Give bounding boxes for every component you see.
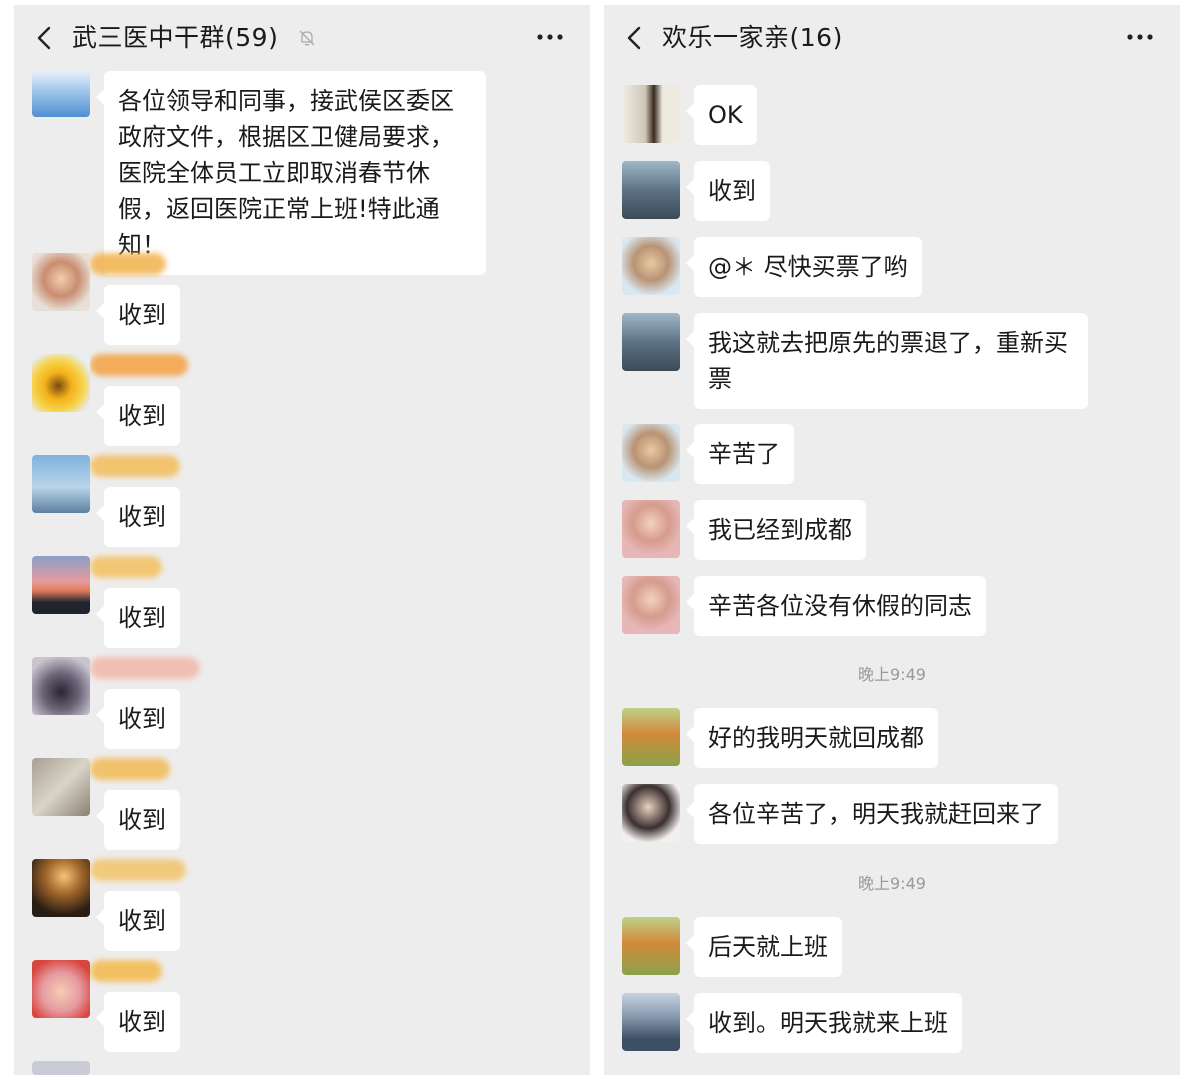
avatar[interactable] bbox=[622, 784, 680, 842]
avatar[interactable] bbox=[622, 237, 680, 295]
message-text: 收到 bbox=[118, 301, 166, 329]
chat-title: 欢乐一家亲(16) bbox=[662, 21, 843, 55]
message-text: 后天就上班 bbox=[708, 933, 828, 961]
message-bubble[interactable]: 后天就上班 bbox=[686, 917, 842, 977]
avatar[interactable] bbox=[622, 993, 680, 1051]
message-text: 我这就去把原先的票退了，重新买票 bbox=[708, 329, 1068, 393]
message-bubble[interactable]: 收到。明天我就来上班 bbox=[686, 993, 962, 1053]
sender-name bbox=[90, 354, 188, 376]
chat-title: 武三医中干群(59) bbox=[72, 21, 317, 55]
message-bubble[interactable]: 好的我明天就回成都 bbox=[686, 708, 938, 768]
message-bubble[interactable]: 收到 bbox=[96, 588, 180, 648]
message-text: 收到 bbox=[118, 604, 166, 632]
message-text: 收到。明天我就来上班 bbox=[708, 1009, 948, 1037]
avatar[interactable] bbox=[32, 1061, 90, 1075]
right-chat-panel: 欢乐一家亲(16) OK 收到 @＊ 尽快买票了哟 我这就去把原先的票退了，重新… bbox=[604, 5, 1180, 1075]
message-bubble[interactable]: 我已经到成都 bbox=[686, 500, 866, 560]
message-text: 我已经到成都 bbox=[708, 516, 852, 544]
message-text: 收到 bbox=[118, 1008, 166, 1036]
message-text: 各位领导和同事，接武侯区委区政府文件，根据区卫健局要求，医院全体员工立即取消春节… bbox=[118, 87, 454, 259]
message-text: 好的我明天就回成都 bbox=[708, 724, 924, 752]
avatar[interactable] bbox=[32, 71, 90, 117]
left-chat-panel: 武三医中干群(59) 各位领导和同事，接武侯区委区政府文件，根据区卫健局要求，医… bbox=[14, 5, 590, 1075]
avatar[interactable] bbox=[32, 960, 90, 1018]
message-bubble[interactable]: 收到 bbox=[96, 285, 180, 345]
sender-name bbox=[90, 657, 200, 679]
message-text: 收到 bbox=[118, 907, 166, 935]
message-bubble[interactable]: 各位领导和同事，接武侯区委区政府文件，根据区卫健局要求，医院全体员工立即取消春节… bbox=[96, 71, 486, 275]
message-bubble[interactable]: 收到 bbox=[96, 487, 180, 547]
message-text: 收到 bbox=[118, 705, 166, 733]
sender-name bbox=[90, 455, 180, 477]
sender-name bbox=[90, 859, 186, 881]
message-bubble[interactable]: 收到 bbox=[96, 689, 180, 749]
sender-name bbox=[90, 758, 170, 780]
avatar[interactable] bbox=[32, 758, 90, 816]
avatar[interactable] bbox=[622, 917, 680, 975]
avatar[interactable] bbox=[32, 556, 90, 614]
message-text: OK bbox=[708, 101, 743, 129]
timestamp: 晚上9:49 bbox=[858, 874, 926, 893]
chat-header: 武三医中干群(59) bbox=[14, 5, 590, 71]
message-bubble[interactable]: OK bbox=[686, 85, 757, 145]
message-bubble[interactable]: 辛苦了 bbox=[686, 424, 794, 484]
message-text: 辛苦各位没有休假的同志 bbox=[708, 592, 972, 620]
message-text: 收到 bbox=[118, 402, 166, 430]
avatar[interactable] bbox=[622, 85, 680, 143]
message-bubble[interactable]: 各位辛苦了，明天我就赶回来了 bbox=[686, 784, 1058, 844]
message-bubble[interactable]: 收到 bbox=[96, 386, 180, 446]
avatar[interactable] bbox=[32, 657, 90, 715]
avatar[interactable] bbox=[32, 253, 90, 311]
chat-header: 欢乐一家亲(16) bbox=[604, 5, 1180, 71]
message-text: 各位辛苦了，明天我就赶回来了 bbox=[708, 800, 1044, 828]
message-text: 辛苦了 bbox=[708, 440, 780, 468]
avatar[interactable] bbox=[622, 313, 680, 371]
message-bubble[interactable]: 收到 bbox=[96, 992, 180, 1052]
message-bubble[interactable]: 收到 bbox=[686, 161, 770, 221]
chat-title-text: 欢乐一家亲(16) bbox=[662, 23, 843, 52]
chat-title-text: 武三医中干群(59) bbox=[72, 23, 279, 52]
avatar[interactable] bbox=[622, 500, 680, 558]
message-text: 收到 bbox=[708, 177, 756, 205]
more-dots-icon[interactable] bbox=[536, 27, 564, 47]
sender-name bbox=[90, 253, 166, 275]
message-bubble[interactable]: 收到 bbox=[96, 891, 180, 951]
message-text: @＊ 尽快买票了哟 bbox=[708, 253, 908, 281]
avatar[interactable] bbox=[622, 708, 680, 766]
back-icon[interactable] bbox=[622, 25, 648, 51]
sender-name bbox=[90, 960, 162, 982]
sender-name bbox=[90, 556, 162, 578]
avatar[interactable] bbox=[622, 576, 680, 634]
bell-off-icon bbox=[299, 30, 315, 46]
avatar[interactable] bbox=[622, 161, 680, 219]
message-bubble[interactable]: @＊ 尽快买票了哟 bbox=[686, 237, 922, 297]
avatar[interactable] bbox=[32, 859, 90, 917]
avatar[interactable] bbox=[32, 354, 90, 412]
message-text: 收到 bbox=[118, 503, 166, 531]
back-icon[interactable] bbox=[32, 25, 58, 51]
more-dots-icon[interactable] bbox=[1126, 27, 1154, 47]
message-bubble[interactable]: 收到 bbox=[96, 790, 180, 850]
timestamp: 晚上9:49 bbox=[858, 665, 926, 684]
message-text: 收到 bbox=[118, 806, 166, 834]
message-bubble[interactable]: 辛苦各位没有休假的同志 bbox=[686, 576, 986, 636]
avatar[interactable] bbox=[622, 424, 680, 482]
avatar[interactable] bbox=[32, 455, 90, 513]
message-bubble[interactable]: 我这就去把原先的票退了，重新买票 bbox=[686, 313, 1088, 409]
